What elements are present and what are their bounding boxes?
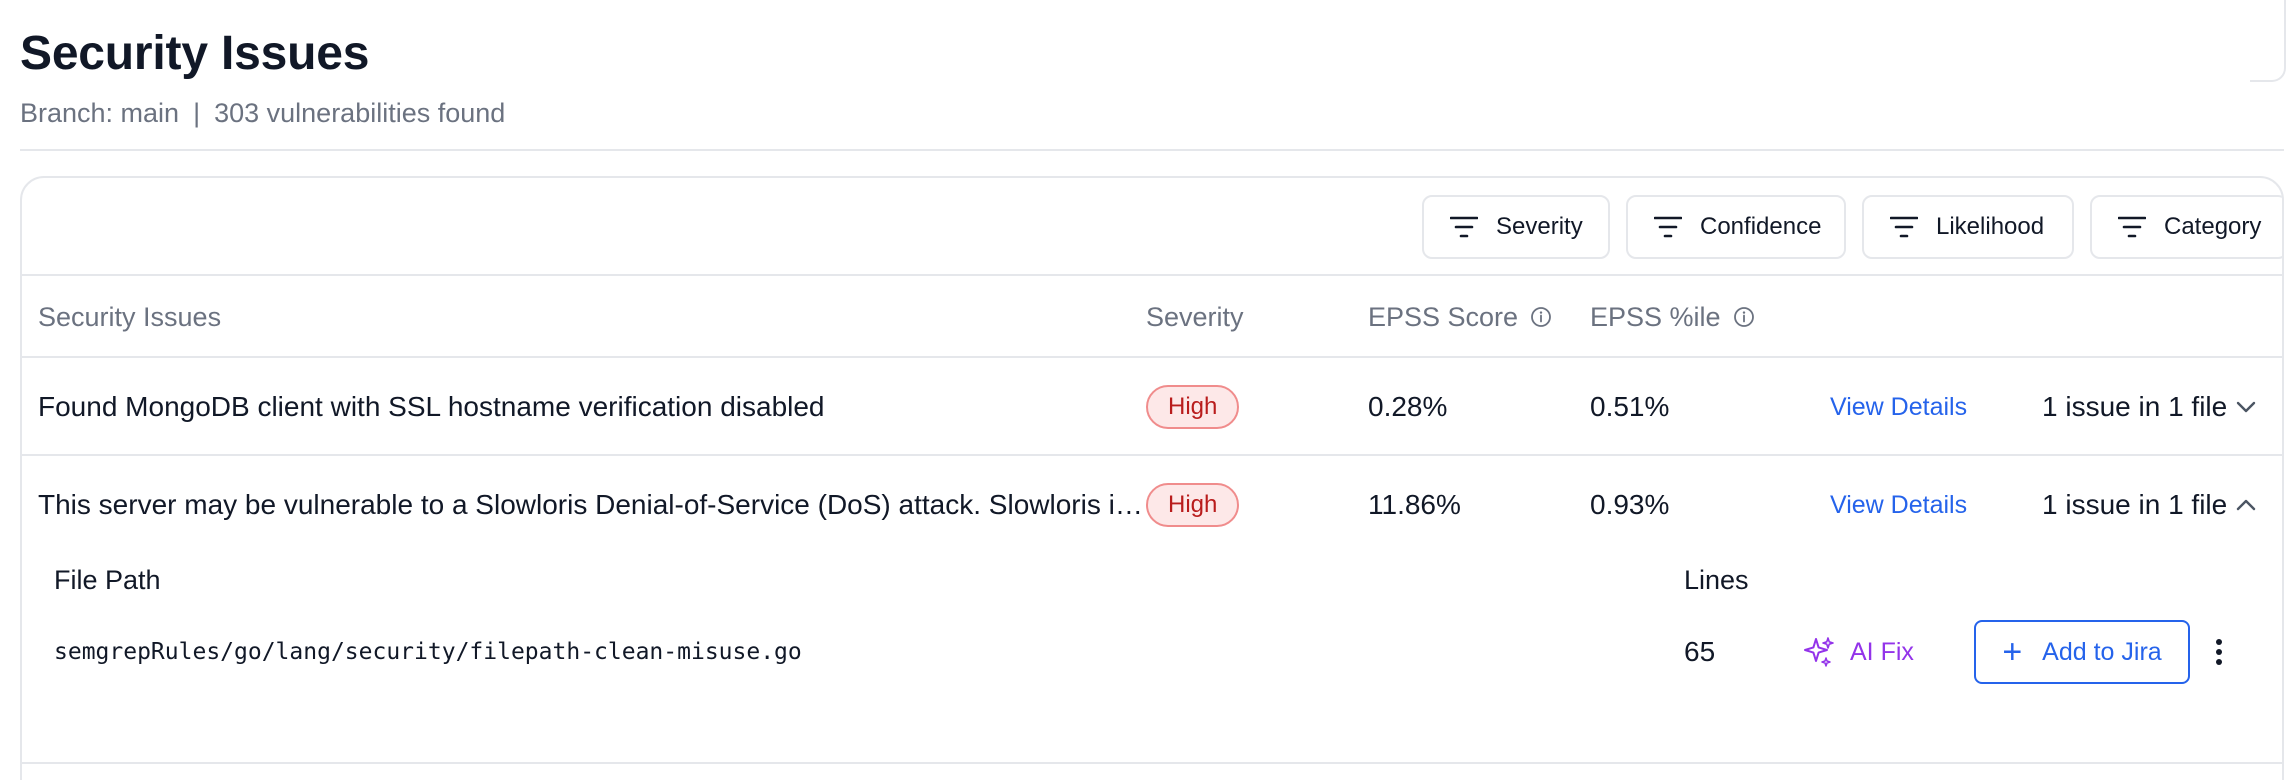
likelihood-filter-button[interactable]: Likelihood	[1862, 195, 2074, 259]
issue-title-cell: Found MongoDB client with SSL hostname v…	[38, 358, 1146, 456]
severity-cell: High	[1146, 358, 1240, 456]
severity-filter-button[interactable]: Severity	[1422, 195, 1610, 259]
add-to-jira-button[interactable]: + Add to Jira	[1974, 620, 2190, 684]
more-options-icon[interactable]	[2214, 637, 2224, 667]
issue-title: This server may be vulnerable to a Slowl…	[38, 489, 1146, 520]
add-to-jira-label: Add to Jira	[2042, 637, 2162, 666]
column-header-epss-percentile[interactable]: EPSS %ile	[1590, 276, 1755, 358]
plus-icon: +	[2002, 633, 2023, 671]
subtitle-separator: |	[193, 98, 201, 128]
filter-lines-icon	[1450, 216, 1478, 238]
filter-lines-icon	[2118, 216, 2146, 238]
sparkles-icon	[1804, 637, 1834, 667]
epss-score-cell: 0.28%	[1368, 391, 1448, 422]
severity-badge: High	[1146, 483, 1240, 527]
issue-count-label: 1 issue in 1 file	[2042, 489, 2228, 520]
epss-percentile-cell: 0.93%	[1590, 489, 1670, 520]
filter-lines-icon	[1654, 216, 1682, 238]
column-header-epss-score[interactable]: EPSS Score	[1368, 276, 1552, 358]
file-path[interactable]: semgrepRules/go/lang/security/filepath-c…	[54, 639, 802, 665]
issue-title-cell: This server may be vulnerable to a Slowl…	[38, 456, 1146, 554]
column-header-severity[interactable]: Severity	[1146, 276, 1244, 358]
view-details-link[interactable]: View Details	[1830, 491, 1967, 520]
issues-card: Severity Confidence Likelihood Category …	[20, 176, 2284, 780]
issue-count-toggle[interactable]: 1 issue in 1 file	[2042, 358, 2257, 456]
filter-lines-icon	[1890, 216, 1918, 238]
column-header-issue[interactable]: Security Issues	[38, 276, 221, 358]
severity-cell: High	[1146, 456, 1240, 554]
issue-count-label: 1 issue in 1 file	[2042, 391, 2228, 422]
issue-title: Found MongoDB client with SSL hostname v…	[38, 391, 825, 422]
column-header-severity-label: Severity	[1146, 301, 1244, 332]
vulnerability-count: 303 vulnerabilities found	[214, 98, 506, 128]
chevron-up-icon	[2237, 499, 2256, 511]
severity-filter-label: Severity	[1496, 213, 1583, 240]
category-filter-label: Category	[2164, 213, 2262, 240]
info-icon[interactable]	[1733, 306, 1755, 328]
table-header-row: Security Issues Severity EPSS Score EPSS…	[22, 276, 2282, 358]
likelihood-filter-label: Likelihood	[1936, 213, 2045, 240]
branch-label: Branch: main	[20, 98, 180, 128]
line-number: 65	[1684, 636, 1716, 667]
ai-fix-label: AI Fix	[1850, 637, 1914, 666]
ai-fix-button[interactable]: AI Fix	[1802, 635, 1914, 669]
epss-percentile-cell: 0.51%	[1590, 391, 1670, 422]
confidence-filter-button[interactable]: Confidence	[1626, 195, 1846, 259]
table-row[interactable]: Found MongoDB client with SSL hostname v…	[22, 358, 2282, 456]
expanded-file-panel: File Path Lines semgrepRules/go/lang/sec…	[22, 554, 2282, 754]
severity-badge: High	[1146, 385, 1240, 429]
info-icon[interactable]	[1530, 306, 1552, 328]
epss-score-cell: 11.86%	[1368, 489, 1461, 520]
view-details-link[interactable]: View Details	[1830, 393, 1967, 422]
adjacent-panel-edge	[2250, 0, 2286, 82]
column-header-epss-score-label: EPSS Score	[1368, 301, 1519, 332]
category-filter-button[interactable]: Category	[2090, 195, 2282, 259]
page-subtitle: Branch: main | 303 vulnerabilities found	[20, 96, 505, 130]
column-header-epss-percentile-label: EPSS %ile	[1590, 301, 1721, 332]
page-header: Security Issues Branch: main | 303 vulnera…	[20, 24, 505, 130]
header-divider	[20, 149, 2284, 151]
file-path-header: File Path	[54, 564, 161, 595]
lines-header: Lines	[1684, 564, 1749, 595]
issue-count-toggle[interactable]: 1 issue in 1 file	[2042, 456, 2257, 554]
chevron-down-icon	[2237, 401, 2256, 413]
file-row: semgrepRules/go/lang/security/filepath-c…	[22, 618, 2282, 686]
filter-bar: Severity Confidence Likelihood Category	[22, 178, 2282, 276]
column-header-issue-label: Security Issues	[38, 301, 222, 332]
security-issues-page: Security Issues Branch: main | 303 vulnera…	[0, 0, 2296, 780]
page-title: Security Issues	[20, 27, 370, 80]
table-row[interactable]: This server may be vulnerable to a Slowl…	[22, 456, 2282, 554]
confidence-filter-label: Confidence	[1700, 213, 1822, 240]
row-divider	[22, 762, 2282, 764]
